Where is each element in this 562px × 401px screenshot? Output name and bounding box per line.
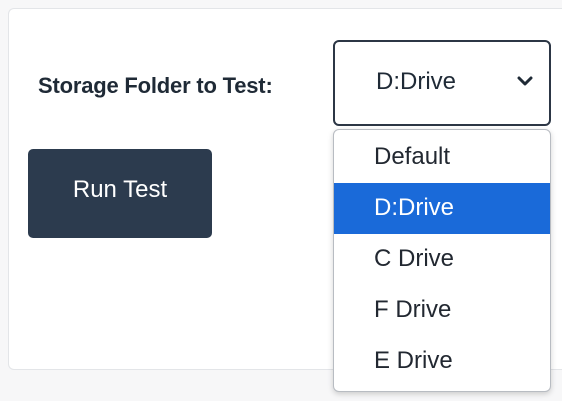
chevron-down-icon [517,76,533,86]
dropdown-option-e-drive[interactable]: E Drive [334,336,550,387]
run-test-button[interactable]: Run Test [28,149,212,238]
storage-folder-select[interactable]: D:Drive [333,40,551,126]
storage-folder-dropdown: Default D:Drive C Drive F Drive E Drive [333,129,551,392]
storage-folder-label: Storage Folder to Test: [38,73,273,98]
dropdown-option-f-drive[interactable]: F Drive [334,285,550,336]
page: Storage Folder to Test: D:Drive Run Test… [0,0,562,401]
dropdown-option-default[interactable]: Default [334,132,550,183]
dropdown-option-d-drive[interactable]: D:Drive [334,183,550,234]
dropdown-option-c-drive[interactable]: C Drive [334,234,550,285]
select-current-value: D:Drive [376,68,457,95]
